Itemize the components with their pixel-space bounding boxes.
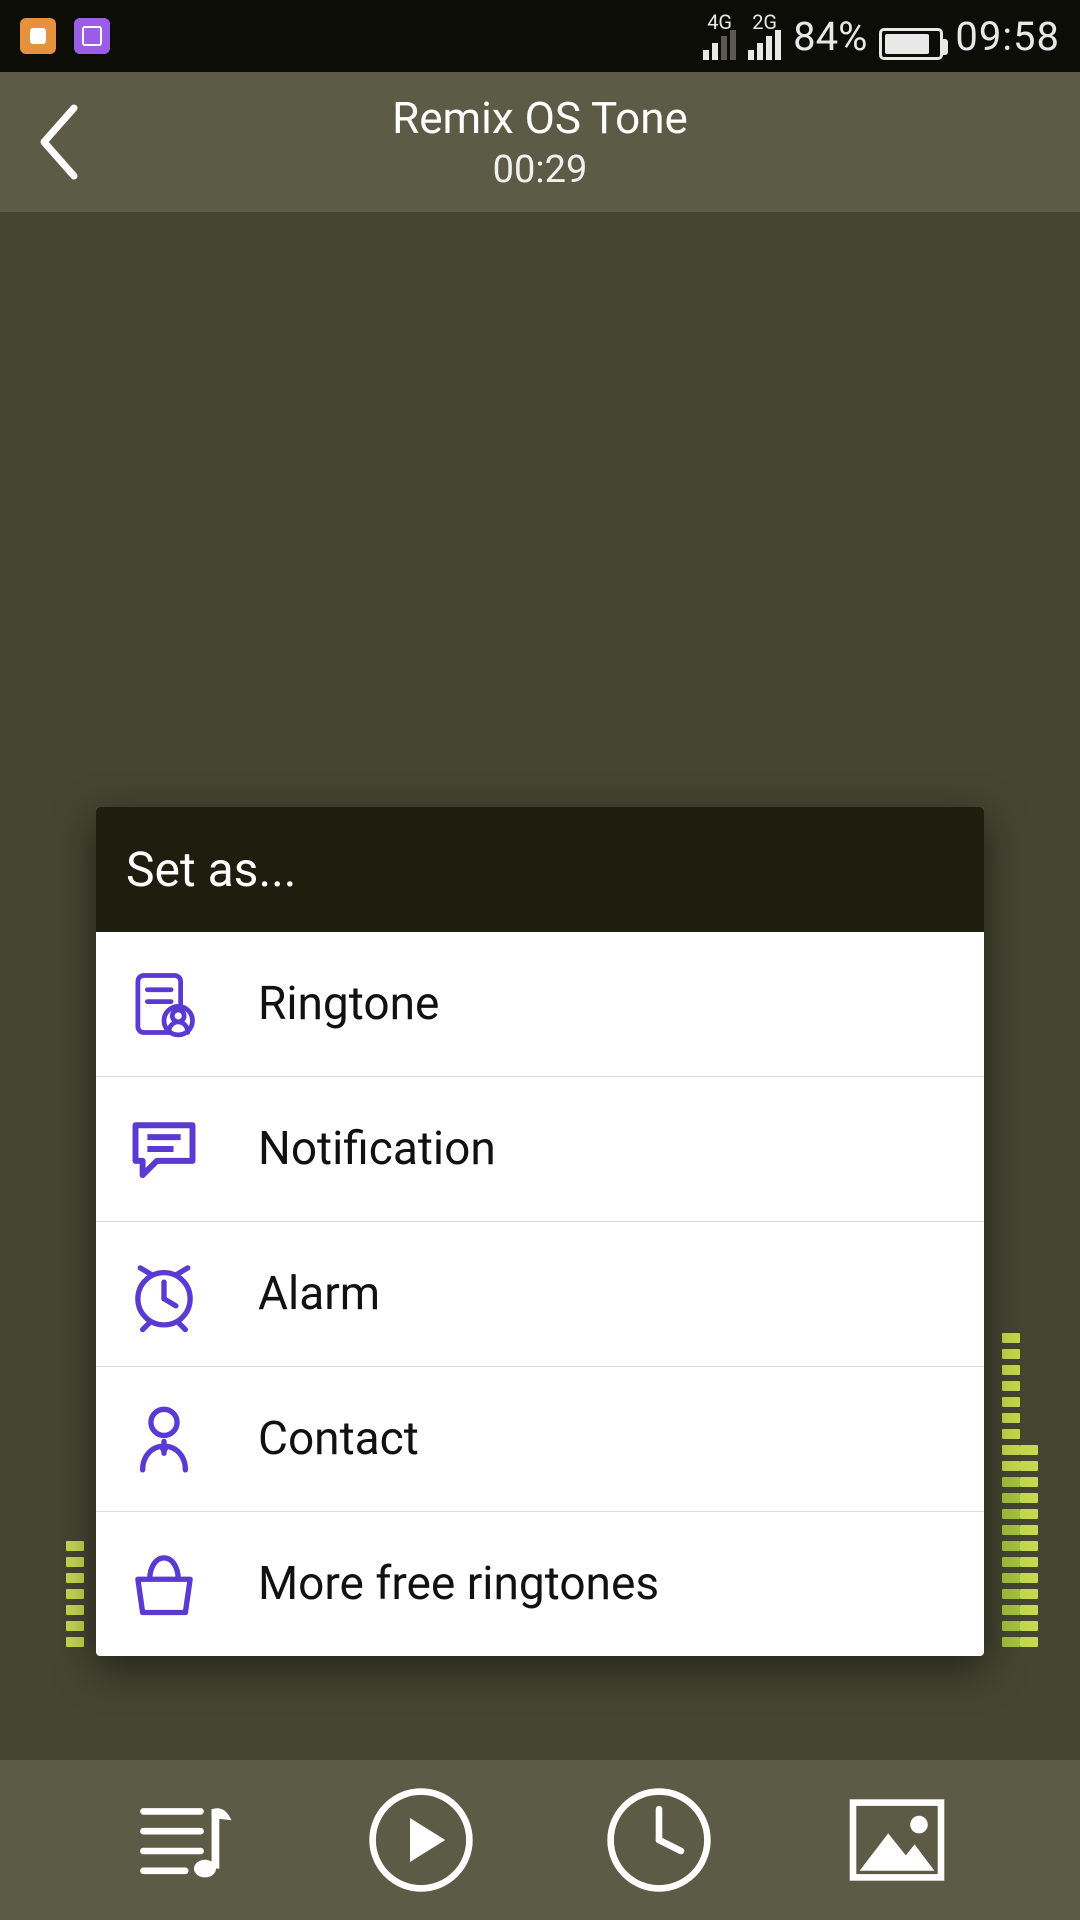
option-label: Notification	[258, 1122, 496, 1176]
contact-icon	[126, 1401, 202, 1477]
track-duration: 00:29	[493, 148, 588, 192]
option-contact[interactable]: Contact	[96, 1367, 984, 1512]
play-button[interactable]	[366, 1785, 476, 1895]
signal-4g-label: 4G	[707, 12, 732, 32]
option-label: Contact	[258, 1412, 419, 1466]
option-notification[interactable]: Notification	[96, 1077, 984, 1222]
option-label: Ringtone	[258, 977, 439, 1031]
app-header: Remix OS Tone 00:29	[0, 72, 1080, 212]
option-label: Alarm	[258, 1267, 380, 1321]
notif-app-icon-1	[20, 18, 56, 54]
battery-percent: 84%	[793, 13, 867, 60]
dialog-title: Set as...	[96, 807, 984, 932]
option-alarm[interactable]: Alarm	[96, 1222, 984, 1367]
notif-app-icon-2	[74, 18, 110, 54]
playlist-button[interactable]	[128, 1785, 238, 1895]
play-circle-icon	[366, 1785, 476, 1895]
status-notif-tray	[20, 18, 110, 54]
clock-circle-icon	[604, 1785, 714, 1895]
battery-icon	[879, 28, 943, 60]
status-right: 4G 2G 84% 09:58	[703, 12, 1060, 60]
back-button[interactable]	[34, 102, 84, 182]
notification-icon	[126, 1111, 202, 1187]
page-title: Remix OS Tone	[392, 92, 688, 144]
signal-4g: 4G	[703, 12, 736, 60]
signal-2g: 2G	[748, 12, 781, 60]
signal-bars-icon	[748, 30, 781, 60]
content-area: Set as... Ringtone Notification	[0, 212, 1080, 1760]
alarm-icon	[126, 1256, 202, 1332]
image-button[interactable]	[842, 1785, 952, 1895]
signal-2g-label: 2G	[752, 12, 777, 32]
android-status-bar: 4G 2G 84% 09:58	[0, 0, 1080, 72]
option-more-ringtones[interactable]: More free ringtones	[96, 1512, 984, 1656]
bottom-toolbar	[0, 1760, 1080, 1920]
signal-bars-icon	[703, 30, 736, 60]
set-as-dialog: Set as... Ringtone Notification	[96, 807, 984, 1656]
chevron-left-icon	[34, 102, 84, 182]
option-label: More free ringtones	[258, 1557, 659, 1611]
timer-button[interactable]	[604, 1785, 714, 1895]
status-clock: 09:58	[955, 13, 1060, 60]
option-ringtone[interactable]: Ringtone	[96, 932, 984, 1077]
image-icon	[842, 1785, 952, 1895]
bag-icon	[126, 1546, 202, 1622]
ringtone-icon	[126, 966, 202, 1042]
playlist-icon	[128, 1785, 238, 1895]
